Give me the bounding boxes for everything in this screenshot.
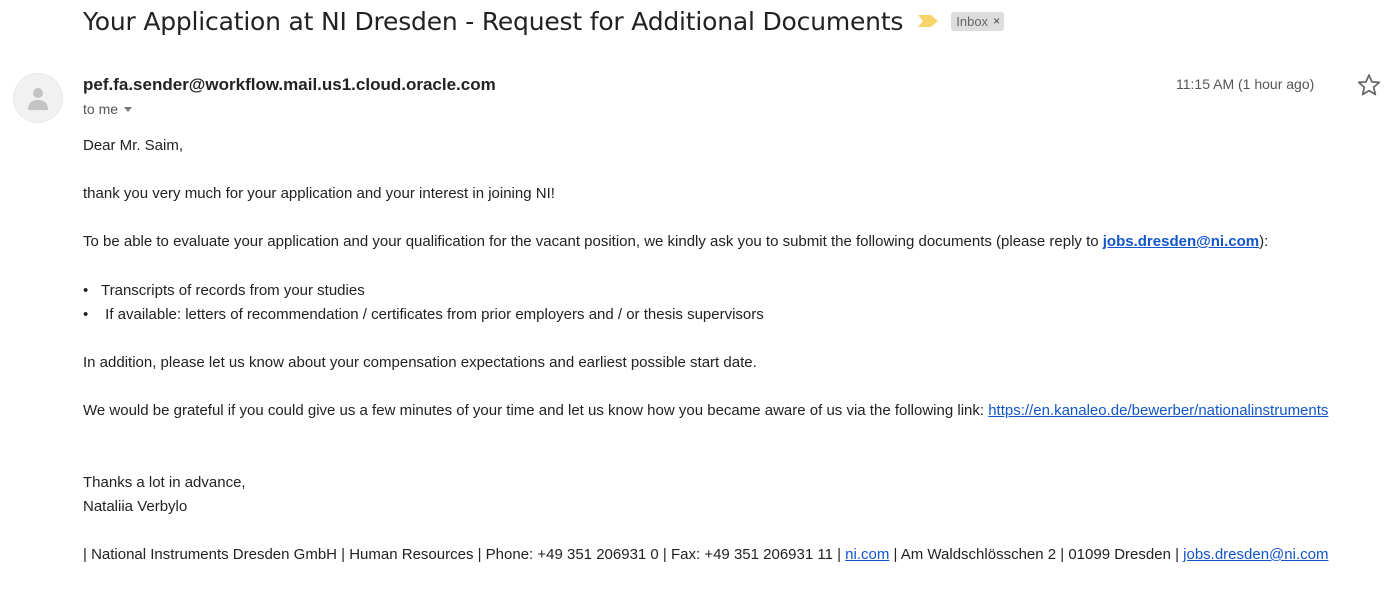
request-text: To be able to evaluate your application … [83, 233, 1103, 250]
email-timestamp: 11:15 AM (1 hour ago) [1176, 76, 1315, 92]
request-end: ): [1259, 233, 1269, 250]
survey-paragraph: We would be grateful if you could give u… [83, 402, 1328, 419]
default-avatar-icon [13, 73, 63, 123]
ni-website-link[interactable]: ni.com [845, 546, 889, 563]
closing-line: Thanks a lot in advance, [83, 474, 246, 491]
list-item: • Transcripts of records from your studie… [83, 282, 365, 299]
inbox-label: Inbox × [951, 11, 1005, 31]
inbox-label-text: Inbox [956, 13, 989, 29]
importance-marker-icon[interactable] [917, 14, 939, 28]
survey-text: We would be grateful if you could give u… [83, 402, 989, 419]
survey-link[interactable]: https://en.kanaleo.de/bewerber/nationali… [988, 402, 1328, 419]
subject-row: Your Application at NI Dresden - Request… [83, 3, 1005, 39]
sender-address[interactable]: pef.fa.sender@workflow.mail.us1.cloud.or… [83, 75, 496, 95]
signature-footer: | National Instruments Dresden GmbH | Hu… [83, 546, 1328, 563]
bullet-text: If available: letters of recommendation … [101, 306, 764, 323]
person-icon [28, 88, 48, 110]
remove-label-icon[interactable]: × [993, 14, 1000, 28]
recipient-details-toggle[interactable]: to me [83, 101, 133, 117]
bullet-icon: • [83, 282, 89, 299]
reply-email-link[interactable]: jobs.dresden@ni.com [1103, 233, 1259, 250]
compensation-line: In addition, please let us know about yo… [83, 354, 757, 371]
star-icon[interactable] [1356, 72, 1382, 98]
list-item: • If available: letters of recommendatio… [83, 306, 764, 323]
chevron-down-icon [124, 106, 133, 112]
thanks-line: thank you very much for your application… [83, 185, 555, 202]
request-paragraph: To be able to evaluate your application … [83, 233, 1268, 250]
footer-address-text: | Am Waldschlösschen 2 | 01099 Dresden | [889, 546, 1184, 563]
signer-name: Nataliia Verbylo [83, 498, 188, 515]
recipient-label: to me [83, 101, 119, 117]
bullet-icon: • [83, 306, 89, 323]
footer-company-text: | National Instruments Dresden GmbH | Hu… [83, 546, 846, 563]
email-subject: Your Application at NI Dresden - Request… [83, 6, 904, 36]
greeting-line: Dear Mr. Saim, [83, 137, 184, 154]
footer-email-link[interactable]: jobs.dresden@ni.com [1183, 546, 1328, 563]
bullet-text: Transcripts of records from your studies [101, 282, 365, 299]
